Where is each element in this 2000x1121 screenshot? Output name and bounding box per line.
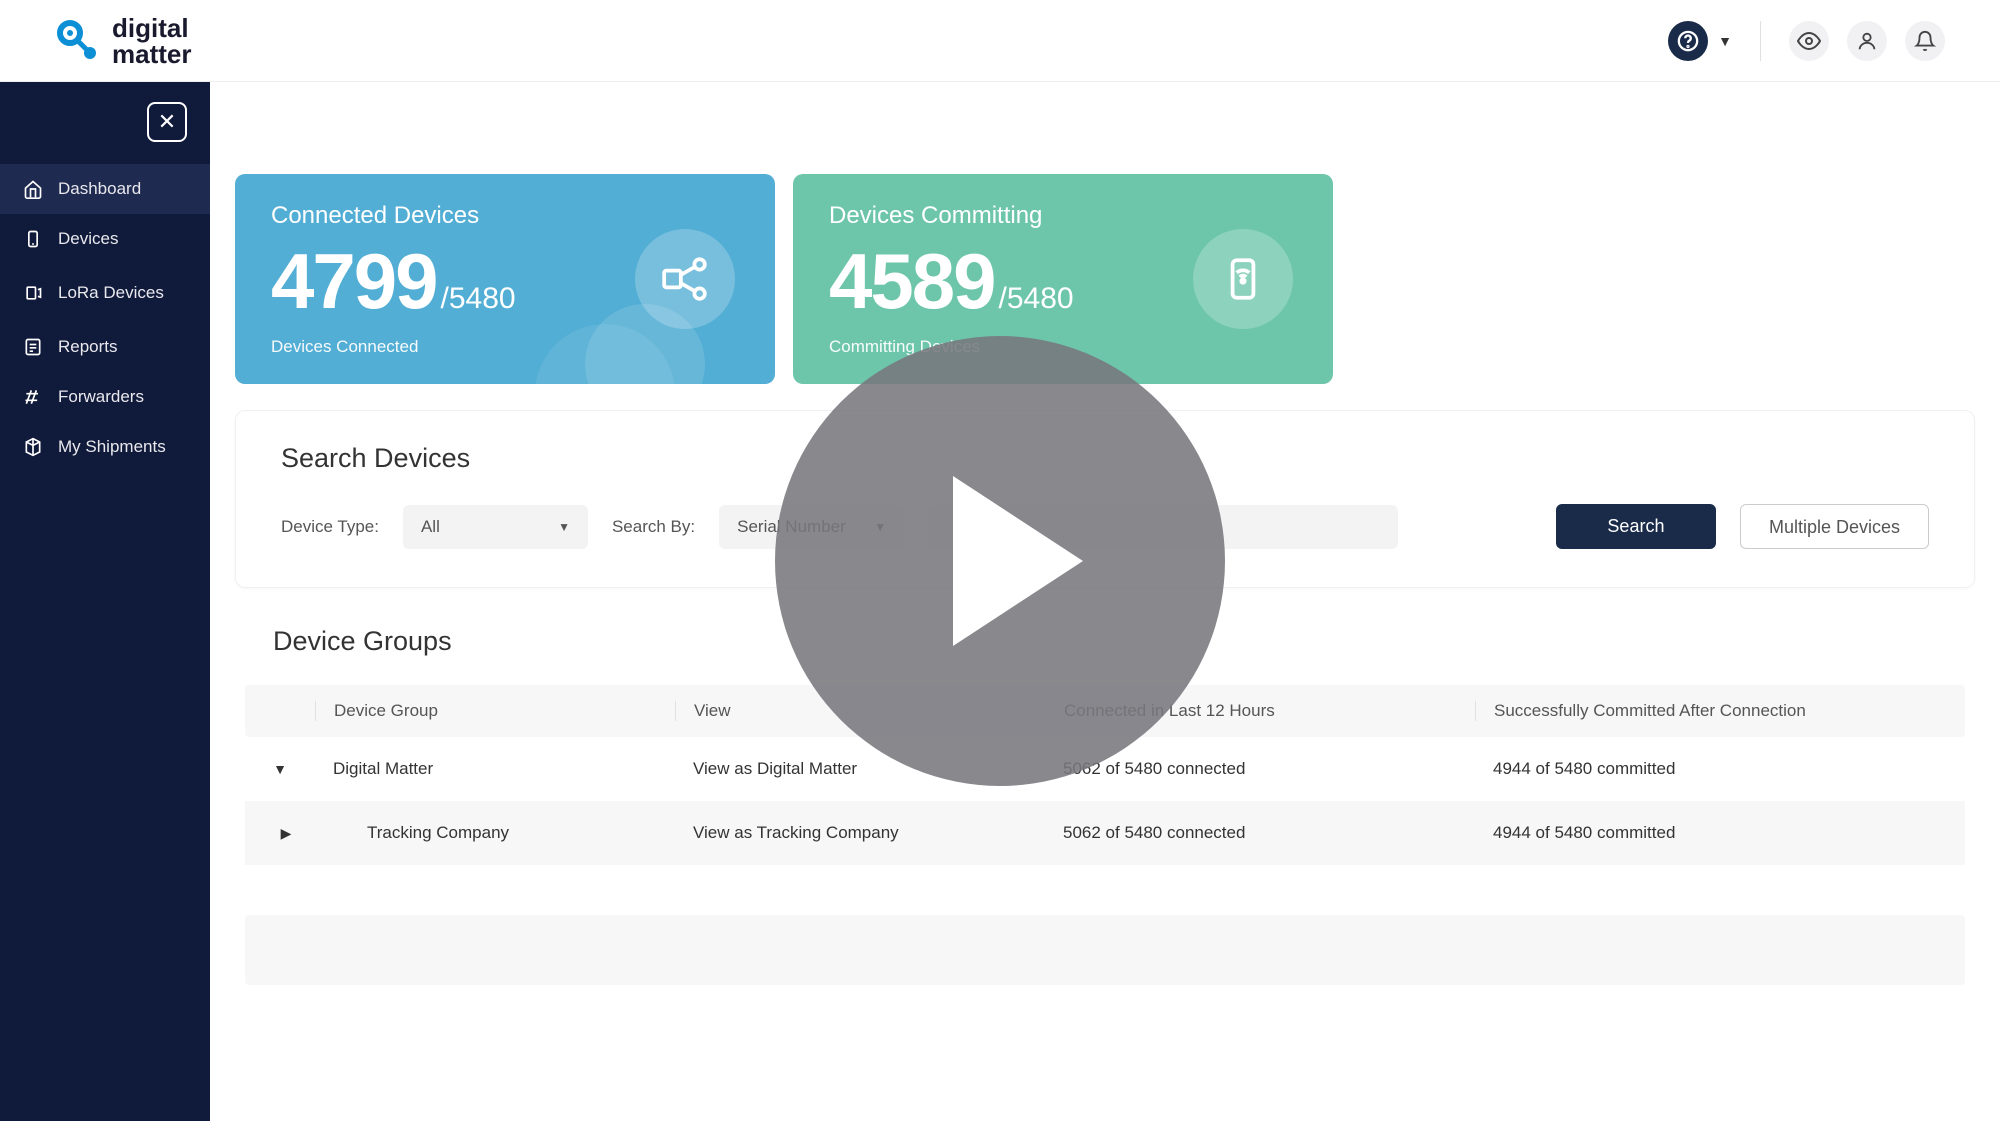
sidebar-item-shipments[interactable]: My Shipments xyxy=(0,422,210,472)
stat-value: 4799 xyxy=(271,236,437,327)
th-expand xyxy=(245,701,315,721)
row-connected: 5062 of 5480 connected xyxy=(1045,823,1475,843)
help-dropdown-caret[interactable]: ▼ xyxy=(1718,33,1732,49)
help-button[interactable] xyxy=(1668,21,1708,61)
search-button[interactable]: Search xyxy=(1556,504,1716,549)
stat-title: Devices Committing xyxy=(829,202,1297,230)
th-group: Device Group xyxy=(315,701,675,721)
divider xyxy=(1760,21,1761,61)
header-actions: ▼ xyxy=(1668,21,1945,61)
stat-subtitle: Devices Connected xyxy=(271,337,739,357)
th-committed: Successfully Committed After Connection xyxy=(1475,701,1965,721)
sidebar-item-label: Reports xyxy=(58,337,118,357)
device-wifi-icon xyxy=(1193,229,1293,329)
stat-cards: Connected Devices 4799 /5480 Devices Con… xyxy=(235,174,1975,384)
sidebar-item-label: Dashboard xyxy=(58,179,141,199)
expand-toggle[interactable]: ▼ xyxy=(245,761,315,777)
row-view-link[interactable]: View as Tracking Company xyxy=(675,823,1045,843)
sidebar-item-devices[interactable]: Devices xyxy=(0,214,210,264)
sidebar-item-forwarders[interactable]: Forwarders xyxy=(0,372,210,422)
shipment-icon xyxy=(22,436,44,458)
multiple-devices-button[interactable]: Multiple Devices xyxy=(1740,504,1929,549)
sidebar-close-button[interactable]: ✕ xyxy=(147,102,187,142)
stat-total: /5480 xyxy=(441,282,516,316)
row-committed: 4944 of 5480 committed xyxy=(1475,823,1965,843)
row-group-name: Digital Matter xyxy=(315,759,675,779)
sidebar-item-dashboard[interactable]: Dashboard xyxy=(0,164,210,214)
network-icon xyxy=(635,229,735,329)
user-icon[interactable] xyxy=(1847,21,1887,61)
report-icon xyxy=(22,336,44,358)
device-type-label: Device Type: xyxy=(281,517,379,537)
row-committed: 4944 of 5480 committed xyxy=(1475,759,1965,779)
sidebar-item-label: Forwarders xyxy=(58,387,144,407)
close-icon: ✕ xyxy=(158,109,176,135)
sidebar: ✕ Dashboard Devices LoRa Devices Reports… xyxy=(0,82,210,1121)
logo-text: digital matter xyxy=(112,15,191,67)
logo-text-line1: digital xyxy=(112,15,191,41)
table-row[interactable]: ▶ Tracking Company View as Tracking Comp… xyxy=(245,801,1965,865)
forward-icon xyxy=(22,386,44,408)
sidebar-item-label: My Shipments xyxy=(58,437,166,457)
bell-icon[interactable] xyxy=(1905,21,1945,61)
sidebar-item-label: Devices xyxy=(58,229,118,249)
stat-total: /5480 xyxy=(999,282,1074,316)
logo[interactable]: digital matter xyxy=(55,15,191,67)
stat-title: Connected Devices xyxy=(271,202,739,230)
device-icon xyxy=(22,228,44,250)
visibility-icon[interactable] xyxy=(1789,21,1829,61)
row-connected: 5062 of 5480 connected xyxy=(1045,759,1475,779)
sidebar-item-lora[interactable]: LoRa Devices xyxy=(0,264,210,322)
device-type-select[interactable]: All ▼ xyxy=(403,505,588,549)
expand-toggle[interactable]: ▶ xyxy=(245,825,315,842)
play-icon xyxy=(953,476,1083,646)
logo-icon xyxy=(55,18,100,63)
search-by-label: Search By: xyxy=(612,517,695,537)
row-group-name: Tracking Company xyxy=(315,823,675,843)
sidebar-item-reports[interactable]: Reports xyxy=(0,322,210,372)
connected-devices-card[interactable]: Connected Devices 4799 /5480 Devices Con… xyxy=(235,174,775,384)
select-value: All xyxy=(421,517,440,537)
home-icon xyxy=(22,178,44,200)
logo-text-line2: matter xyxy=(112,41,191,67)
table-footer-spacer xyxy=(245,915,1965,985)
sidebar-item-label: LoRa Devices xyxy=(58,283,164,303)
header: digital matter ▼ xyxy=(0,0,2000,82)
chevron-down-icon: ▼ xyxy=(558,520,570,534)
video-play-button[interactable] xyxy=(775,336,1225,786)
lora-icon xyxy=(22,282,44,304)
stat-value: 4589 xyxy=(829,236,995,327)
